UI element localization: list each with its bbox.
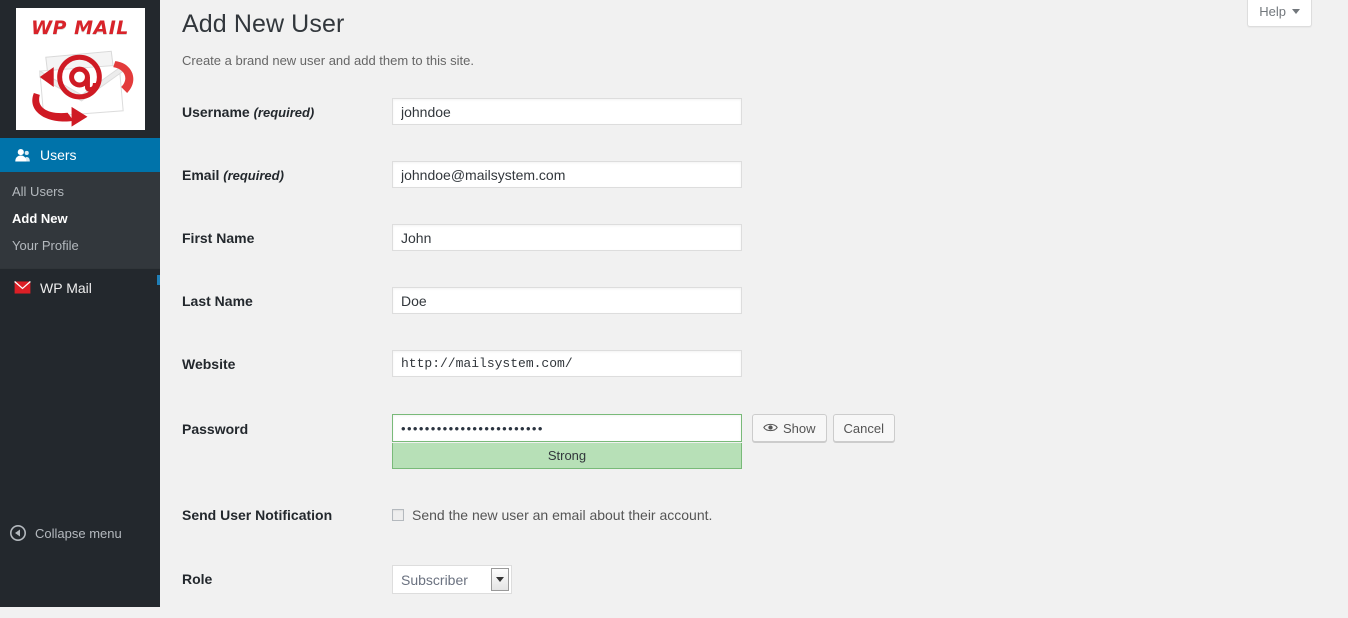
chevron-down-icon: [1292, 9, 1300, 14]
password-input[interactable]: ••••••••••••••••••••••••: [392, 414, 742, 442]
form-row-website: Website: [182, 344, 1282, 407]
send-notification-label: Send the new user an email about their a…: [412, 507, 713, 523]
sidebar-subitem-all-users[interactable]: All Users: [0, 178, 160, 205]
help-tab-button[interactable]: Help: [1247, 0, 1312, 27]
form-row-first-name: First Name: [182, 218, 1282, 281]
show-password-button[interactable]: Show: [752, 414, 827, 442]
form-row-password: Password •••••••••••••••••••••••• Strong: [182, 407, 1282, 494]
logo-text: WP MAIL: [31, 17, 129, 39]
sidebar-item-users-label: Users: [40, 147, 77, 163]
username-label: Username (required): [182, 104, 372, 120]
website-input[interactable]: [392, 350, 742, 377]
cancel-password-button[interactable]: Cancel: [832, 414, 895, 442]
collapse-arrow-icon: [10, 525, 26, 541]
password-actions: Show Cancel: [752, 414, 895, 442]
form-row-notification: Send User Notification Send the new user…: [182, 494, 1282, 557]
site-logo: WP MAIL: [0, 0, 160, 138]
sidebar-item-wp-mail-label: WP Mail: [40, 279, 92, 296]
username-required-note: (required): [253, 105, 315, 120]
admin-sidebar: WP MAIL Users All Users Add New Your Pro…: [0, 0, 168, 607]
email-input[interactable]: [392, 161, 742, 188]
page-title: Add New User: [182, 10, 345, 38]
users-icon: [12, 145, 32, 165]
envelope-at-logo-icon: [31, 50, 133, 127]
page-description: Create a brand new user and add them to …: [182, 53, 474, 68]
help-tab-label: Help: [1259, 4, 1286, 19]
send-notification-checkbox[interactable]: [392, 509, 404, 521]
last-name-input[interactable]: [392, 287, 742, 314]
role-select[interactable]: Subscriber: [392, 565, 512, 594]
role-label: Role: [182, 571, 213, 587]
username-label-text: Username: [182, 104, 250, 120]
sidebar-item-users[interactable]: Users: [0, 138, 168, 172]
sidebar-item-wp-mail[interactable]: WP Mail: [0, 268, 160, 306]
email-label: Email (required): [182, 167, 372, 183]
first-name-label: First Name: [182, 230, 255, 246]
password-label: Password: [182, 421, 249, 437]
form-row-last-name: Last Name: [182, 281, 1282, 344]
collapse-menu-label: Collapse menu: [35, 525, 122, 541]
notification-label: Send User Notification: [182, 507, 333, 523]
role-select-arrow-icon[interactable]: [491, 568, 509, 591]
cancel-password-label: Cancel: [843, 420, 884, 436]
role-select-value: Subscriber: [401, 571, 468, 588]
admin-page: WP MAIL Users All Users Add New Your Pro…: [0, 0, 1348, 618]
website-label: Website: [182, 356, 236, 372]
last-name-label: Last Name: [182, 293, 253, 309]
form-row-role: Role Subscriber: [182, 557, 1282, 618]
first-name-input[interactable]: [392, 224, 742, 251]
password-field-wrap: •••••••••••••••••••••••• Strong: [392, 414, 742, 469]
logo-card: WP MAIL: [15, 8, 145, 130]
sidebar-subitem-your-profile[interactable]: Your Profile: [0, 232, 160, 259]
form-row-username: Username (required): [182, 92, 1282, 155]
sidebar-subitem-add-new[interactable]: Add New: [0, 205, 160, 232]
users-submenu: All Users Add New Your Profile: [0, 172, 160, 268]
main-content: Help Add New User Create a brand new use…: [160, 0, 1348, 618]
show-password-label: Show: [783, 420, 816, 436]
collapse-menu-button[interactable]: Collapse menu: [0, 516, 160, 550]
username-input[interactable]: [392, 98, 742, 125]
add-user-form: Username (required) Email (required): [182, 92, 1282, 618]
password-strength-indicator: Strong: [392, 443, 742, 469]
eye-icon: [763, 421, 778, 436]
email-required-note: (required): [223, 168, 284, 183]
envelope-icon: [12, 278, 32, 298]
form-row-email: Email (required): [182, 155, 1282, 218]
email-label-text: Email: [182, 167, 220, 183]
